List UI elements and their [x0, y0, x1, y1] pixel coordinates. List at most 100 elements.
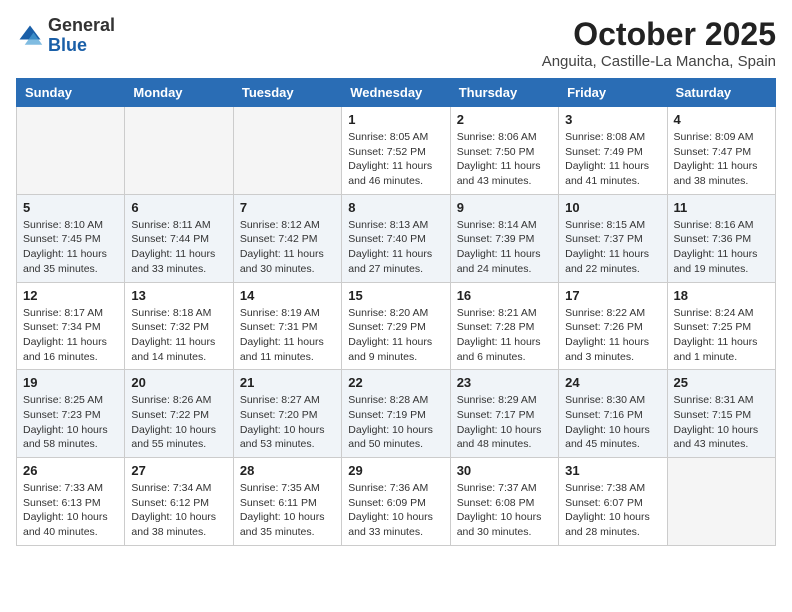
day-number: 8 [348, 200, 443, 215]
header-friday: Friday [559, 79, 667, 107]
day-number: 28 [240, 463, 335, 478]
day-number: 14 [240, 288, 335, 303]
day-info: Sunrise: 8:12 AM Sunset: 7:42 PM Dayligh… [240, 218, 335, 277]
day-info: Sunrise: 8:17 AM Sunset: 7:34 PM Dayligh… [23, 306, 118, 365]
calendar-day-cell: 1Sunrise: 8:05 AM Sunset: 7:52 PM Daylig… [342, 107, 450, 195]
day-number: 15 [348, 288, 443, 303]
day-info: Sunrise: 8:28 AM Sunset: 7:19 PM Dayligh… [348, 393, 443, 452]
calendar-day-cell: 6 Sunrise: 8:11 AM Sunset: 7:44 PM Daylig… [125, 194, 233, 282]
day-info: Sunrise: 7:38 AM Sunset: 6:07 PM Dayligh… [565, 481, 660, 540]
calendar-day-cell: 3Sunrise: 8:08 AM Sunset: 7:49 PM Daylig… [559, 107, 667, 195]
day-number: 31 [565, 463, 660, 478]
day-info: Sunrise: 8:26 AM Sunset: 7:22 PM Dayligh… [131, 393, 226, 452]
calendar-day-cell: 20 Sunrise: 8:26 AM Sunset: 7:22 PM Dayli… [125, 370, 233, 458]
day-info: Sunrise: 8:10 AM Sunset: 7:45 PM Dayligh… [23, 218, 118, 277]
logo-general-text: General [48, 15, 115, 35]
calendar-day-cell: 16Sunrise: 8:21 AM Sunset: 7:28 PM Dayli… [450, 282, 558, 370]
calendar-day-cell: 29 Sunrise: 7:36 AM Sunset: 6:09 PM Dayli… [342, 458, 450, 546]
day-info: Sunrise: 8:22 AM Sunset: 7:26 PM Dayligh… [565, 306, 660, 365]
day-number: 24 [565, 375, 660, 390]
calendar-day-cell: 18 Sunrise: 8:24 AM Sunset: 7:25 PM Dayli… [667, 282, 775, 370]
day-number: 12 [23, 288, 118, 303]
calendar-day-cell: 10Sunrise: 8:15 AM Sunset: 7:37 PM Dayli… [559, 194, 667, 282]
day-number: 19 [23, 375, 118, 390]
calendar-day-cell: 11 Sunrise: 8:16 AM Sunset: 7:36 PM Dayli… [667, 194, 775, 282]
day-number: 29 [348, 463, 443, 478]
day-info: Sunrise: 8:16 AM Sunset: 7:36 PM Dayligh… [674, 218, 769, 277]
weekday-header-row: Sunday Monday Tuesday Wednesday Thursday… [17, 79, 776, 107]
day-info: Sunrise: 8:20 AM Sunset: 7:29 PM Dayligh… [348, 306, 443, 365]
day-number: 26 [23, 463, 118, 478]
day-info: Sunrise: 8:13 AM Sunset: 7:40 PM Dayligh… [348, 218, 443, 277]
day-number: 23 [457, 375, 552, 390]
calendar-week-row: 19 Sunrise: 8:25 AM Sunset: 7:23 PM Dayli… [17, 370, 776, 458]
header-wednesday: Wednesday [342, 79, 450, 107]
calendar-day-cell [125, 107, 233, 195]
calendar-day-cell: 7 Sunrise: 8:12 AM Sunset: 7:42 PM Daylig… [233, 194, 341, 282]
day-info: Sunrise: 8:15 AM Sunset: 7:37 PM Dayligh… [565, 218, 660, 277]
calendar-day-cell: 13 Sunrise: 8:18 AM Sunset: 7:32 PM Dayli… [125, 282, 233, 370]
day-number: 6 [131, 200, 226, 215]
page-header: General Blue October 2025 Anguita, Casti… [16, 16, 776, 70]
day-info: Sunrise: 8:18 AM Sunset: 7:32 PM Dayligh… [131, 306, 226, 365]
day-info: Sunrise: 7:36 AM Sunset: 6:09 PM Dayligh… [348, 481, 443, 540]
header-sunday: Sunday [17, 79, 125, 107]
calendar-day-cell: 5 Sunrise: 8:10 AM Sunset: 7:45 PM Daylig… [17, 194, 125, 282]
header-thursday: Thursday [450, 79, 558, 107]
logo-icon [16, 22, 44, 50]
calendar-day-cell: 17 Sunrise: 8:22 AM Sunset: 7:26 PM Dayli… [559, 282, 667, 370]
day-number: 9 [457, 200, 552, 215]
day-number: 21 [240, 375, 335, 390]
day-info: Sunrise: 8:30 AM Sunset: 7:16 PM Dayligh… [565, 393, 660, 452]
day-info: Sunrise: 7:37 AM Sunset: 6:08 PM Dayligh… [457, 481, 552, 540]
calendar-week-row: 12 Sunrise: 8:17 AM Sunset: 7:34 PM Dayli… [17, 282, 776, 370]
calendar-day-cell [233, 107, 341, 195]
day-number: 18 [674, 288, 769, 303]
calendar-week-row: 1Sunrise: 8:05 AM Sunset: 7:52 PM Daylig… [17, 107, 776, 195]
calendar-day-cell: 23 Sunrise: 8:29 AM Sunset: 7:17 PM Dayli… [450, 370, 558, 458]
month-year-title: October 2025 [542, 16, 776, 53]
calendar-day-cell: 24 Sunrise: 8:30 AM Sunset: 7:16 PM Dayli… [559, 370, 667, 458]
calendar-week-row: 26 Sunrise: 7:33 AM Sunset: 6:13 PM Dayli… [17, 458, 776, 546]
logo: General Blue [16, 16, 115, 56]
calendar-day-cell: 8 Sunrise: 8:13 AM Sunset: 7:40 PM Daylig… [342, 194, 450, 282]
calendar-day-cell: 2Sunrise: 8:06 AM Sunset: 7:50 PM Daylig… [450, 107, 558, 195]
day-number: 4 [674, 112, 769, 127]
day-number: 22 [348, 375, 443, 390]
logo-blue-text: Blue [48, 35, 87, 55]
day-number: 5 [23, 200, 118, 215]
calendar-day-cell: 19 Sunrise: 8:25 AM Sunset: 7:23 PM Dayli… [17, 370, 125, 458]
day-number: 17 [565, 288, 660, 303]
day-number: 2 [457, 112, 552, 127]
day-info: Sunrise: 8:09 AM Sunset: 7:47 PM Dayligh… [674, 130, 769, 189]
day-number: 13 [131, 288, 226, 303]
day-number: 27 [131, 463, 226, 478]
calendar-table: Sunday Monday Tuesday Wednesday Thursday… [16, 78, 776, 546]
calendar-day-cell: 22 Sunrise: 8:28 AM Sunset: 7:19 PM Dayli… [342, 370, 450, 458]
day-info: Sunrise: 8:11 AM Sunset: 7:44 PM Dayligh… [131, 218, 226, 277]
calendar-day-cell: 27 Sunrise: 7:34 AM Sunset: 6:12 PM Dayli… [125, 458, 233, 546]
day-info: Sunrise: 8:31 AM Sunset: 7:15 PM Dayligh… [674, 393, 769, 452]
day-info: Sunrise: 7:34 AM Sunset: 6:12 PM Dayligh… [131, 481, 226, 540]
day-number: 25 [674, 375, 769, 390]
header-tuesday: Tuesday [233, 79, 341, 107]
day-info: Sunrise: 7:33 AM Sunset: 6:13 PM Dayligh… [23, 481, 118, 540]
day-info: Sunrise: 8:24 AM Sunset: 7:25 PM Dayligh… [674, 306, 769, 365]
day-info: Sunrise: 8:25 AM Sunset: 7:23 PM Dayligh… [23, 393, 118, 452]
day-number: 16 [457, 288, 552, 303]
day-number: 30 [457, 463, 552, 478]
day-number: 20 [131, 375, 226, 390]
calendar-day-cell: 26 Sunrise: 7:33 AM Sunset: 6:13 PM Dayli… [17, 458, 125, 546]
day-info: Sunrise: 8:29 AM Sunset: 7:17 PM Dayligh… [457, 393, 552, 452]
calendar-day-cell: 12 Sunrise: 8:17 AM Sunset: 7:34 PM Dayli… [17, 282, 125, 370]
day-number: 11 [674, 200, 769, 215]
day-info: Sunrise: 8:08 AM Sunset: 7:49 PM Dayligh… [565, 130, 660, 189]
day-number: 7 [240, 200, 335, 215]
day-info: Sunrise: 8:19 AM Sunset: 7:31 PM Dayligh… [240, 306, 335, 365]
calendar-day-cell [667, 458, 775, 546]
calendar-day-cell: 15 Sunrise: 8:20 AM Sunset: 7:29 PM Dayli… [342, 282, 450, 370]
day-info: Sunrise: 8:27 AM Sunset: 7:20 PM Dayligh… [240, 393, 335, 452]
calendar-day-cell: 9Sunrise: 8:14 AM Sunset: 7:39 PM Daylig… [450, 194, 558, 282]
day-info: Sunrise: 8:05 AM Sunset: 7:52 PM Dayligh… [348, 130, 443, 189]
calendar-day-cell: 4 Sunrise: 8:09 AM Sunset: 7:47 PM Daylig… [667, 107, 775, 195]
